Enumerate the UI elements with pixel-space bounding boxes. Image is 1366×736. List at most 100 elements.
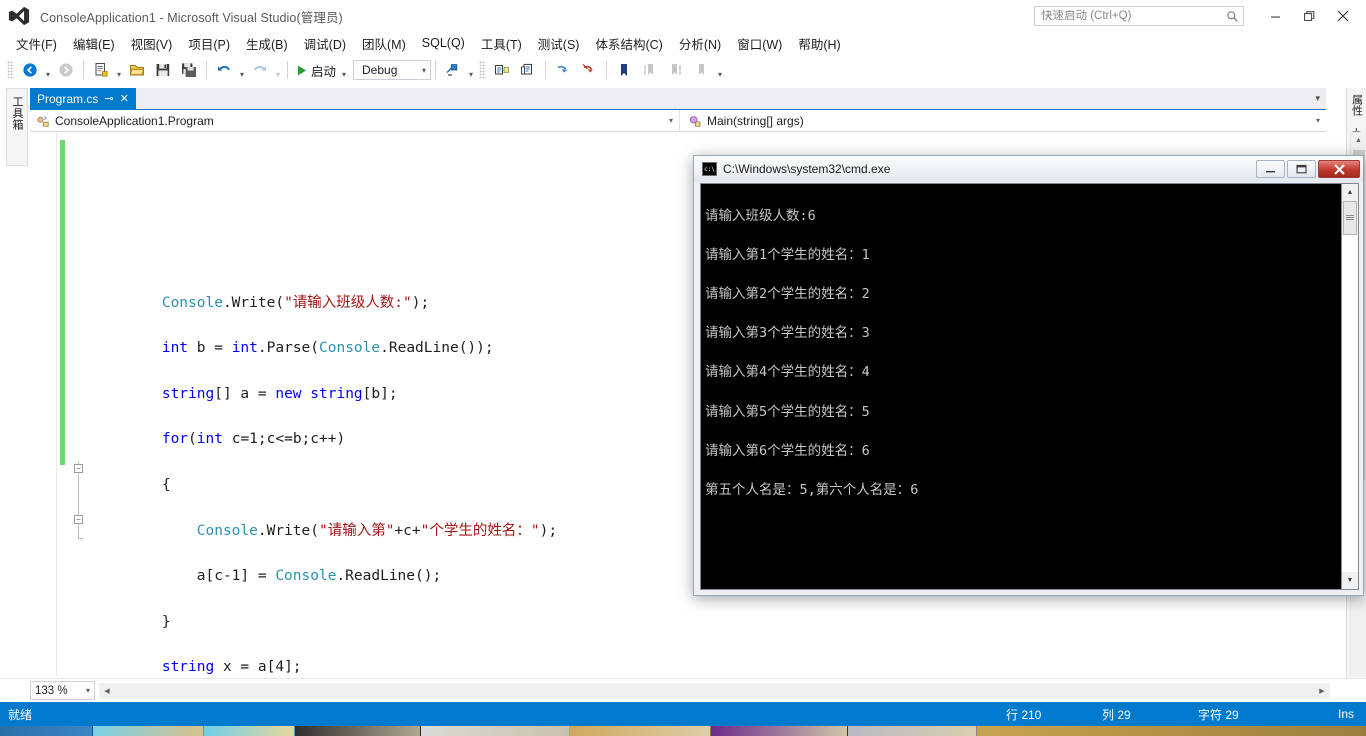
menu-debug[interactable]: 调试(D) xyxy=(296,32,354,55)
fold-toggle[interactable]: − xyxy=(74,464,83,473)
taskbar-item[interactable] xyxy=(570,726,711,736)
toolbar-grip[interactable] xyxy=(7,61,14,79)
taskbar-item[interactable] xyxy=(711,726,848,736)
navigate-backward-dropdown[interactable]: ▾ xyxy=(43,57,53,84)
uncomment-selection-icon[interactable] xyxy=(515,59,541,81)
toolbar-separator-2 xyxy=(206,61,207,79)
menu-file[interactable]: 文件(F) xyxy=(8,32,65,55)
menu-help[interactable]: 帮助(H) xyxy=(790,32,848,55)
quick-launch-box[interactable] xyxy=(1034,6,1244,26)
undo-dropdown[interactable]: ▾ xyxy=(237,57,247,84)
chevron-down-icon[interactable]: ▾ xyxy=(1316,116,1320,125)
cmd-console-window[interactable]: c:\ C:\Windows\system32\cmd.exe 请输入班级人数:… xyxy=(693,155,1364,596)
scrollbar-track[interactable] xyxy=(115,682,1314,699)
chevron-down-icon[interactable]: ▾ xyxy=(669,116,673,125)
chevron-down-icon[interactable]: ▾ xyxy=(1315,93,1320,104)
clear-bookmarks-icon[interactable] xyxy=(689,59,715,81)
menu-project[interactable]: 项目(P) xyxy=(180,32,238,55)
taskbar-item[interactable] xyxy=(977,726,1366,736)
visual-studio-window: ConsoleApplication1 - Microsoft Visual S… xyxy=(0,0,1366,736)
cmd-maximize-button[interactable] xyxy=(1287,160,1316,178)
chevron-down-icon: ▾ xyxy=(422,65,427,75)
comment-selection-icon[interactable] xyxy=(489,59,515,81)
open-file-icon[interactable] xyxy=(124,59,150,81)
decrease-indent-icon[interactable] xyxy=(576,59,602,81)
increase-indent-icon[interactable] xyxy=(550,59,576,81)
toolbar-separator xyxy=(83,61,84,79)
maximize-restore-button[interactable] xyxy=(1292,4,1326,28)
cmd-output-line: 请输入第4个学生的姓名：4 xyxy=(705,364,870,381)
toggle-bookmark-icon[interactable] xyxy=(611,59,637,81)
toolbar-grip-2[interactable] xyxy=(479,61,487,79)
taskbar-item[interactable] xyxy=(848,726,977,736)
status-line-number: 行 210 xyxy=(1006,707,1042,722)
taskbar-item[interactable] xyxy=(204,726,295,736)
cmd-title-bar[interactable]: c:\ C:\Windows\system32\cmd.exe xyxy=(694,156,1363,182)
scroll-left-arrow-icon[interactable]: ◀ xyxy=(99,687,115,695)
toolbar-overflow-button[interactable]: ▾ xyxy=(715,57,725,84)
cmd-minimize-button[interactable] xyxy=(1256,160,1285,178)
cmd-output-line: 请输入班级人数:6 xyxy=(705,207,816,224)
fold-toggle[interactable]: − xyxy=(74,515,83,524)
type-dropdown-value: ConsoleApplication1.Program xyxy=(55,113,214,128)
scroll-right-arrow-icon[interactable]: ▶ xyxy=(1314,687,1330,695)
dock-tab-toolbox[interactable]: 工具箱 xyxy=(8,93,26,134)
menu-build[interactable]: 生成(B) xyxy=(238,32,296,55)
scrollbar-thumb-grip xyxy=(1346,215,1354,221)
navigate-forward-icon[interactable] xyxy=(53,59,79,81)
code-line: } xyxy=(92,613,171,630)
previous-bookmark-icon[interactable] xyxy=(637,59,663,81)
menu-analyze[interactable]: 分析(N) xyxy=(671,32,729,55)
quick-launch-input[interactable] xyxy=(1039,10,1226,22)
menu-window[interactable]: 窗口(W) xyxy=(729,32,790,55)
scrollbar-thumb[interactable] xyxy=(1343,201,1357,235)
taskbar-item[interactable] xyxy=(93,726,204,736)
menu-sql[interactable]: SQL(Q) xyxy=(414,34,473,52)
menu-tools[interactable]: 工具(T) xyxy=(473,32,530,55)
tab-program-cs[interactable]: Program.cs ⊸ ✕ xyxy=(30,88,136,110)
cmd-output-line: 请输入第3个学生的姓名：3 xyxy=(705,325,870,342)
scroll-up-arrow-icon[interactable]: ▲ xyxy=(1342,184,1358,201)
cmd-output-text: 请输入班级人数:6 请输入第1个学生的姓名：1 请输入第2个学生的姓名：2 请输… xyxy=(701,184,1341,589)
pin-icon[interactable]: ⊸ xyxy=(104,93,113,105)
save-all-icon[interactable] xyxy=(176,59,202,81)
type-dropdown[interactable]: ConsoleApplication1.Program ▾ xyxy=(30,109,680,132)
cmd-close-button[interactable] xyxy=(1318,160,1360,178)
zoom-level-combo[interactable]: 133 % ▾ xyxy=(30,681,95,700)
attach-to-process-icon[interactable] xyxy=(440,59,466,81)
scroll-up-arrow-icon[interactable]: ▲ xyxy=(1351,132,1366,148)
cmd-vertical-scrollbar[interactable]: ▲ ▼ xyxy=(1341,184,1358,589)
member-dropdown[interactable]: Main(string[] args) ▾ xyxy=(680,110,1326,132)
solution-configuration-combo[interactable]: Debug ▾ xyxy=(353,60,432,80)
navigate-backward-icon[interactable] xyxy=(17,59,43,81)
redo-icon[interactable] xyxy=(247,59,273,81)
save-file-icon[interactable] xyxy=(150,59,176,81)
taskbar-item[interactable] xyxy=(421,726,570,736)
minimize-button[interactable] xyxy=(1258,4,1292,28)
new-project-icon[interactable] xyxy=(88,59,114,81)
menu-edit[interactable]: 编辑(E) xyxy=(65,32,123,55)
scrollbar-track[interactable] xyxy=(1342,235,1358,572)
visual-studio-logo-icon xyxy=(6,3,32,29)
dock-tab-properties[interactable]: 属性 xyxy=(1349,94,1365,116)
close-button[interactable] xyxy=(1326,4,1360,28)
menu-team[interactable]: 团队(M) xyxy=(354,32,414,55)
taskbar-start-button[interactable] xyxy=(0,726,93,736)
next-bookmark-icon[interactable] xyxy=(663,59,689,81)
redo-dropdown[interactable]: ▾ xyxy=(273,57,283,84)
cmd-console-body[interactable]: 请输入班级人数:6 请输入第1个学生的姓名：1 请输入第2个学生的姓名：2 请输… xyxy=(700,183,1359,590)
attach-dropdown[interactable]: ▾ xyxy=(466,57,476,84)
scroll-down-arrow-icon[interactable]: ▼ xyxy=(1342,572,1358,589)
undo-icon[interactable] xyxy=(211,59,237,81)
editor-horizontal-scrollbar[interactable]: ◀ ▶ xyxy=(99,682,1330,699)
close-icon[interactable]: ✕ xyxy=(120,93,129,105)
taskbar-item[interactable] xyxy=(295,726,421,736)
outlining-margin[interactable]: − − xyxy=(74,132,90,676)
menu-architecture[interactable]: 体系结构(C) xyxy=(587,32,670,55)
new-project-dropdown[interactable]: ▾ xyxy=(114,57,124,84)
start-debug-dropdown[interactable]: ▾ xyxy=(339,57,349,84)
status-bar: 就绪 行 210 列 29 字符 29 Ins xyxy=(0,702,1366,726)
menu-view[interactable]: 视图(V) xyxy=(123,32,181,55)
menu-test[interactable]: 测试(S) xyxy=(530,32,588,55)
start-debug-button[interactable]: 启动 xyxy=(292,59,339,81)
